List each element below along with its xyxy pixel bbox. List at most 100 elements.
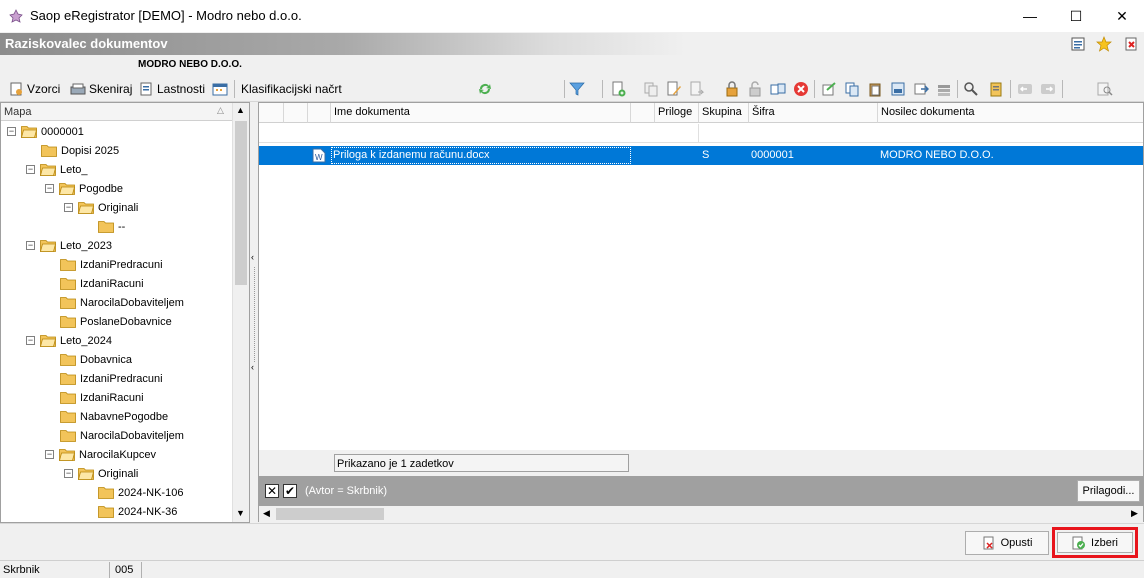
collapse-toggle-icon[interactable]: − [45,450,54,459]
export-icon[interactable] [821,81,837,97]
settings-list-icon[interactable] [1070,36,1086,52]
col-header-indicator[interactable] [259,103,284,123]
tree-item[interactable]: -- [83,217,125,236]
skeniraj-button[interactable]: Skeniraj [70,79,132,99]
send-icon[interactable] [913,81,929,97]
tree-item[interactable]: Dopisi 2025 [26,141,119,160]
tree-item[interactable]: − Leto_2024 [26,331,112,350]
lastnosti-button[interactable]: Lastnosti [138,79,205,99]
scroll-left-icon[interactable]: ◀ [263,508,270,519]
tree-item[interactable]: NarocilaDobaviteljem [45,293,184,312]
favorite-star-icon[interactable] [1096,36,1112,52]
tree-item[interactable]: − Leto_ [26,160,88,179]
filter-icon[interactable] [569,81,585,97]
tree-item[interactable]: 2024-NK-106 [83,483,183,502]
opusti-button[interactable]: Opusti [965,531,1049,555]
archive-icon[interactable] [936,81,952,97]
tree-item[interactable]: IzdaniPredracuni [45,255,163,274]
collapse-left-icon-2[interactable]: ‹ [251,362,254,372]
tree-item[interactable]: NabavnePogodbe [45,407,168,426]
folder-open-icon [40,164,56,176]
remove-filter-button[interactable]: ✕ [265,484,279,498]
search-documents-icon[interactable] [1097,81,1113,97]
tree-item[interactable]: − Leto_2023 [26,236,112,255]
col-header-icon[interactable] [284,103,308,123]
tree-item[interactable]: − Originali [64,198,138,217]
tree-item[interactable]: 2024-NK-36 [83,502,177,521]
collapse-left-icon[interactable]: ‹ [251,252,254,262]
unlock-icon[interactable] [747,81,763,97]
tree-item[interactable]: Dobavnica [45,350,132,369]
col-header-blank[interactable] [631,103,655,123]
maximize-button[interactable]: ☐ [1053,0,1099,32]
scroll-down-icon[interactable]: ▼ [236,508,245,518]
folder-icon [60,259,76,271]
close-document-icon[interactable] [1123,36,1139,52]
col-header-skupina[interactable]: Skupina [699,103,749,123]
tree-item[interactable]: − NarocilaKupcev [45,445,156,464]
clipboard-icon[interactable] [988,81,1004,97]
active-filter-bar: ✕ ✔ (Avtor = Skrbnik) Prilagodi... [259,476,1143,506]
copy-document-icon[interactable] [643,81,659,97]
col-header-priloge[interactable]: Priloge [655,103,699,123]
col-header-sifra[interactable]: Šifra [749,103,878,123]
documents-grid: Ime dokumenta Priloge Skupina Šifra Nosi… [258,102,1144,522]
paste-icon[interactable] [867,81,883,97]
tree-item-label: NarocilaDobaviteljem [80,296,184,309]
collapse-toggle-icon[interactable]: − [7,127,16,136]
close-button[interactable]: ✕ [1099,0,1144,32]
grid-scroll-thumb[interactable] [276,508,384,520]
table-row[interactable]: W Priloga k izdanemu računu.docx S 00000… [259,146,1143,165]
tree-item-label: 0000001 [41,125,84,138]
collapse-toggle-icon[interactable]: − [26,336,35,345]
folder-icon [60,316,76,328]
tree-item[interactable]: NarocilaDobaviteljem [45,426,184,445]
collapse-toggle-icon[interactable]: − [26,241,35,250]
grid-horizontal-scrollbar[interactable]: ◀ ▶ [259,506,1143,522]
filter-enabled-checkbox[interactable]: ✔ [283,484,297,498]
col-header-ime[interactable]: Ime dokumenta [331,103,631,123]
collapse-toggle-icon[interactable]: − [26,165,35,174]
transfer-icon[interactable] [770,81,786,97]
col-header-type[interactable] [308,103,331,123]
move-document-icon[interactable] [689,81,705,97]
collapse-toggle-icon[interactable]: − [64,203,73,212]
edit-document-icon[interactable] [666,81,682,97]
delete-icon[interactable] [793,81,809,97]
lock-icon[interactable] [724,81,740,97]
tree-item[interactable]: IzdaniRacuni [45,274,144,293]
tree-item[interactable]: − 0000001 [7,122,84,141]
tree-item[interactable]: IzdaniRacuni [45,388,144,407]
collapse-toggle-icon[interactable]: − [45,184,54,193]
prilagodi-button[interactable]: Prilagodi... [1077,480,1140,502]
page-title: Raziskovalec dokumentov [5,36,168,51]
refresh-icon[interactable] [477,81,493,97]
panel-splitter[interactable]: ‹ ‹ [251,102,258,523]
dialog-actions: Opusti Izberi [0,523,1144,560]
col-header-nosilec[interactable]: Nosilec dokumenta [878,103,1143,123]
tree-header[interactable]: Mapa △ [1,103,233,121]
calendar-icon[interactable] [212,81,228,97]
duplicate-icon[interactable] [844,81,860,97]
tree-scroll-thumb[interactable] [235,121,247,285]
tree-vertical-scrollbar[interactable]: ▲ ▼ [232,103,249,522]
collapse-toggle-icon[interactable]: − [64,469,73,478]
find-icon[interactable] [963,81,979,97]
tree-item[interactable]: − Pogodbe [45,179,123,198]
scroll-right-icon[interactable]: ▶ [1131,508,1138,519]
tree-item[interactable]: PoslaneDobavnice [45,312,172,331]
new-document-icon[interactable] [610,81,626,97]
scroll-up-icon[interactable]: ▲ [236,105,245,115]
tree-item[interactable]: IzdaniPredracuni [45,369,163,388]
col-ime-label: Ime dokumenta [334,106,410,118]
tree-item[interactable]: − Originali [64,464,138,483]
scan-attach-icon[interactable] [890,81,906,97]
vzorci-button[interactable]: Vzorci [8,79,60,99]
navigate-back-icon[interactable] [1017,81,1033,97]
izberi-button[interactable]: Izberi [1057,532,1133,553]
navigate-forward-icon[interactable] [1040,81,1056,97]
folder-open-icon [78,468,94,480]
minimize-button[interactable]: — [1007,0,1053,32]
grid-filter-row[interactable] [259,124,1143,143]
folder-open-icon [40,335,56,347]
